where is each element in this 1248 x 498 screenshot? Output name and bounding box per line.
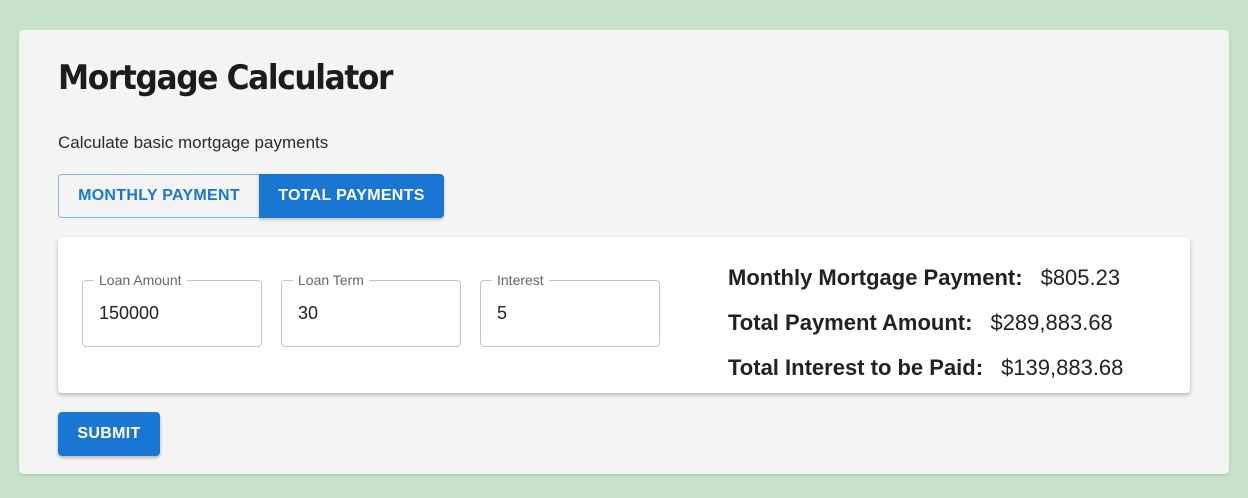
- loan-term-field[interactable]: Loan Term 30: [281, 272, 461, 347]
- result-value: $289,883.68: [990, 309, 1113, 335]
- tab-monthly-payment[interactable]: MONTHLY PAYMENT: [58, 174, 259, 218]
- result-label: Total Interest to be Paid:: [728, 354, 984, 380]
- result-value: $805.23: [1040, 264, 1121, 290]
- results-list: Monthly Mortgage Payment: $805.23 Total …: [728, 255, 1123, 390]
- result-value: $139,883.68: [1001, 354, 1124, 380]
- calculator-panel: Loan Amount 150000 Loan Term 30 Interest…: [58, 237, 1190, 393]
- result-total-payment: Total Payment Amount: $289,883.68: [728, 300, 1123, 345]
- calculator-card: Mortgage Calculator Calculate basic mort…: [19, 30, 1229, 474]
- mode-toggle-group: MONTHLY PAYMENT TOTAL PAYMENTS: [58, 174, 444, 218]
- result-total-interest: Total Interest to be Paid: $139,883.68: [728, 345, 1123, 390]
- loan-amount-field[interactable]: Loan Amount 150000: [82, 272, 262, 347]
- result-label: Monthly Mortgage Payment:: [728, 264, 1023, 290]
- loan-amount-label: Loan Amount: [94, 272, 187, 288]
- loan-amount-input[interactable]: 150000: [99, 303, 159, 324]
- page-title: Mortgage Calculator: [58, 58, 393, 98]
- tab-total-payments[interactable]: TOTAL PAYMENTS: [259, 174, 444, 218]
- loan-term-label: Loan Term: [293, 272, 369, 288]
- result-label: Total Payment Amount:: [728, 309, 973, 335]
- page-subtitle: Calculate basic mortgage payments: [58, 133, 329, 152]
- interest-label: Interest: [492, 272, 549, 288]
- submit-button[interactable]: SUBMIT: [58, 412, 160, 456]
- interest-input[interactable]: 5: [497, 303, 507, 324]
- result-monthly-payment: Monthly Mortgage Payment: $805.23: [728, 255, 1123, 300]
- interest-field[interactable]: Interest 5: [480, 272, 660, 347]
- loan-term-input[interactable]: 30: [298, 303, 318, 324]
